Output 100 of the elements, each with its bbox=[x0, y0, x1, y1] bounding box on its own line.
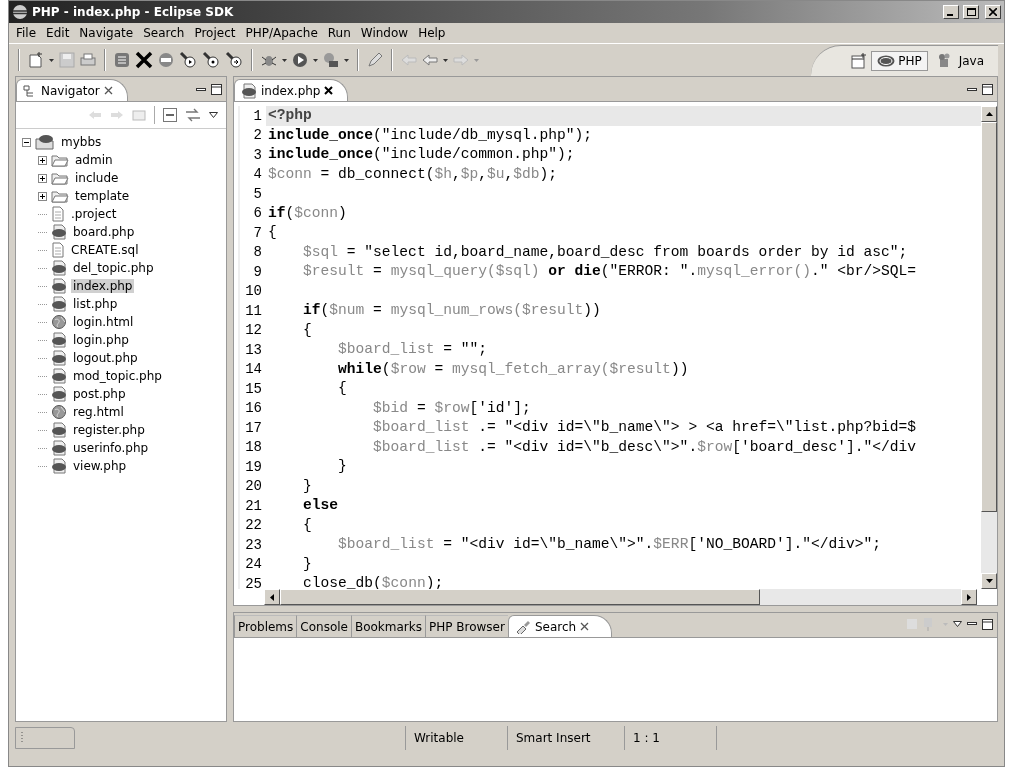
run-query-icon[interactable] bbox=[179, 51, 197, 69]
status-field: Writable bbox=[405, 726, 507, 750]
panel-tab[interactable]: Bookmarks bbox=[350, 615, 425, 637]
dropdown-arrow-icon[interactable] bbox=[282, 58, 287, 62]
maximize-view-icon[interactable] bbox=[211, 84, 222, 95]
line-number: 7 bbox=[252, 224, 263, 241]
tree-item[interactable]: include bbox=[73, 171, 121, 185]
run-icon[interactable] bbox=[292, 52, 308, 68]
close-icon[interactable] bbox=[324, 86, 334, 95]
close-icon[interactable] bbox=[103, 86, 113, 95]
pen-icon[interactable] bbox=[367, 52, 383, 68]
php-icon bbox=[51, 422, 67, 438]
menu-item[interactable]: File bbox=[11, 26, 42, 40]
perspective-button[interactable]: PHP bbox=[871, 50, 928, 71]
panel-tab[interactable]: Search bbox=[507, 615, 613, 637]
close-icon[interactable] bbox=[580, 622, 590, 631]
php-icon bbox=[51, 278, 67, 294]
menu-item[interactable]: Edit bbox=[41, 26, 75, 40]
line-number: 22 bbox=[244, 517, 263, 534]
code-line: { bbox=[267, 223, 278, 242]
scroll-left-icon[interactable] bbox=[270, 593, 274, 601]
minimize-view-icon[interactable] bbox=[196, 87, 206, 92]
dropdown-arrow-icon[interactable] bbox=[344, 58, 349, 62]
menu-item[interactable]: Navigate bbox=[74, 26, 139, 40]
link-editor-icon[interactable] bbox=[185, 108, 201, 122]
tree-item[interactable]: mybbs bbox=[59, 135, 104, 149]
panel-tab[interactable]: Problems bbox=[234, 615, 297, 637]
editor-tab[interactable]: index.php bbox=[234, 79, 349, 101]
view-title: Navigator bbox=[41, 83, 100, 98]
scroll-up-icon[interactable] bbox=[985, 112, 993, 116]
line-number: 3 bbox=[252, 146, 263, 163]
tree-item[interactable]: view.php bbox=[71, 459, 129, 473]
line-number: 10 bbox=[244, 283, 263, 300]
expand-toggle-icon[interactable] bbox=[38, 173, 47, 183]
line-number: 15 bbox=[244, 380, 263, 397]
menu-item[interactable]: Run bbox=[322, 26, 356, 40]
panel-tab[interactable]: Console bbox=[296, 615, 351, 637]
php-icon bbox=[51, 350, 67, 366]
php-icon bbox=[51, 224, 67, 240]
line-number: 16 bbox=[244, 400, 263, 417]
print-icon[interactable] bbox=[80, 52, 96, 68]
cross-icon[interactable] bbox=[135, 51, 153, 69]
tree-item[interactable]: login.html bbox=[71, 315, 136, 329]
maximize-button[interactable] bbox=[963, 5, 979, 19]
run-query-icon[interactable] bbox=[202, 51, 220, 69]
view-menu-icon[interactable] bbox=[209, 112, 218, 118]
tree-item[interactable]: del_topic.php bbox=[71, 261, 156, 275]
view-menu-icon[interactable] bbox=[953, 621, 962, 627]
tree-item[interactable]: register.php bbox=[71, 423, 147, 437]
menu-item[interactable]: Window bbox=[355, 26, 414, 40]
navigator-tab[interactable]: Navigator bbox=[16, 79, 128, 101]
panel-tab[interactable]: PHP Browser bbox=[425, 615, 508, 637]
dropdown-arrow-icon[interactable] bbox=[313, 58, 318, 62]
menu-item[interactable]: Help bbox=[413, 26, 451, 40]
minimize-button[interactable] bbox=[943, 5, 959, 19]
php-icon bbox=[877, 54, 896, 67]
close-button[interactable] bbox=[985, 5, 1001, 19]
status-field: Smart Insert bbox=[507, 726, 624, 750]
tree-item[interactable]: admin bbox=[73, 153, 115, 167]
tree-item[interactable]: .project bbox=[69, 207, 119, 221]
dropdown-arrow-icon[interactable] bbox=[49, 58, 54, 62]
php-icon bbox=[51, 332, 67, 348]
line-number: 19 bbox=[244, 458, 263, 475]
open-perspective-icon[interactable] bbox=[851, 52, 868, 69]
maximize-view-icon[interactable] bbox=[982, 84, 993, 95]
scroll-down-icon[interactable] bbox=[985, 579, 993, 583]
tree-item[interactable]: CREATE.sql bbox=[69, 243, 141, 257]
menu-item[interactable]: Search bbox=[138, 26, 190, 40]
tree-item[interactable]: list.php bbox=[71, 297, 120, 311]
tree-item[interactable]: post.php bbox=[71, 387, 128, 401]
line-number: 11 bbox=[244, 302, 263, 319]
menu-item[interactable]: PHP/Apache bbox=[240, 26, 323, 40]
back-arrow-icon[interactable] bbox=[422, 54, 438, 66]
minimize-view-icon[interactable] bbox=[967, 622, 977, 626]
tree-item[interactable]: login.php bbox=[71, 333, 131, 347]
collapse-all-icon[interactable] bbox=[163, 108, 177, 122]
menu-item[interactable]: Project bbox=[189, 26, 241, 40]
tree-item[interactable]: index.php bbox=[71, 279, 135, 293]
new-file-icon[interactable] bbox=[28, 52, 44, 68]
vertical-scrollbar[interactable] bbox=[981, 106, 997, 589]
tree-item[interactable]: logout.php bbox=[71, 351, 140, 365]
tree-item[interactable]: userinfo.php bbox=[71, 441, 151, 455]
dropdown-arrow-icon[interactable] bbox=[443, 58, 448, 62]
code-line: include_once("include/db_mysql.php"); bbox=[267, 125, 594, 145]
tree-item[interactable]: mod_topic.php bbox=[71, 369, 164, 383]
tree-item[interactable]: template bbox=[73, 189, 132, 203]
tree-item[interactable]: reg.html bbox=[71, 405, 126, 419]
collapse-toggle-icon[interactable] bbox=[22, 137, 31, 147]
perspective-button[interactable]: Java bbox=[931, 49, 990, 72]
line-number: 12 bbox=[244, 322, 263, 339]
minimize-view-icon[interactable] bbox=[967, 87, 977, 92]
tree-item[interactable]: board.php bbox=[71, 225, 137, 239]
scroll-right-icon[interactable] bbox=[967, 593, 971, 601]
horizontal-scrollbar[interactable] bbox=[264, 589, 977, 605]
expand-toggle-icon[interactable] bbox=[38, 155, 47, 165]
line-number: 5 bbox=[252, 185, 263, 202]
expand-toggle-icon[interactable] bbox=[38, 191, 47, 201]
code-line: else bbox=[302, 496, 340, 515]
maximize-view-icon[interactable] bbox=[982, 618, 993, 630]
run-query-icon[interactable] bbox=[225, 51, 243, 69]
